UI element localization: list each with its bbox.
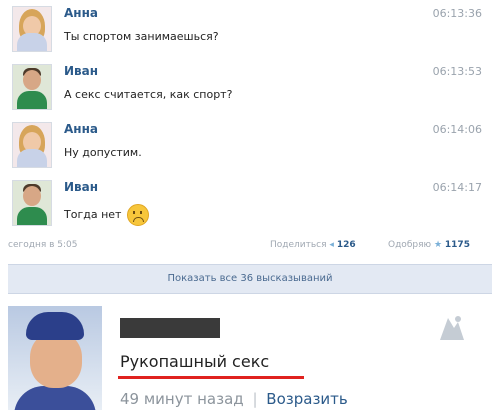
agree-count: 1175	[444, 240, 470, 250]
time-ago: 49 минут назад	[120, 390, 244, 408]
avatar[interactable]	[12, 122, 52, 168]
message-time: 06:13:36	[432, 7, 482, 20]
status-text: Рукопашный секс	[120, 352, 270, 371]
sender-name[interactable]: Иван	[64, 64, 98, 78]
message-text: Ну допустим.	[64, 146, 142, 159]
share-count: 126	[336, 240, 356, 250]
message-text: А секс считается, как спорт?	[64, 88, 233, 101]
avatar-face	[23, 70, 41, 90]
status-card: Рукопашный секс 49 минут назад | Возрази…	[0, 300, 500, 416]
share-icon: ◂	[329, 240, 334, 250]
reply-link[interactable]: Возразить	[266, 390, 347, 408]
avatar[interactable]	[12, 6, 52, 52]
message-time: 06:13:53	[432, 65, 482, 78]
agree-label: Одобряю	[388, 240, 432, 250]
message-time: 06:14:06	[432, 123, 482, 136]
avatar-body	[17, 33, 47, 51]
chat-message: Анна 06:13:36 Ты спортом занимаешься?	[0, 2, 500, 60]
watermark-logo	[440, 316, 464, 340]
meta-separator: |	[252, 390, 258, 408]
message-text: Ты спортом занимаешься?	[64, 30, 219, 43]
agree-button[interactable]: Одобряю ★ 1175	[388, 240, 470, 250]
chat-message: Иван 06:14:17 Тогда нет	[0, 176, 500, 234]
avatar-body	[17, 149, 47, 167]
post-date: сегодня в 5:05	[8, 240, 78, 250]
sender-name[interactable]: Анна	[64, 6, 98, 20]
message-time: 06:14:17	[432, 181, 482, 194]
status-meta: 49 минут назад | Возразить	[120, 390, 348, 408]
red-underline	[118, 376, 304, 379]
redacted-name	[120, 318, 220, 338]
star-icon: ★	[433, 240, 443, 250]
profile-photo[interactable]	[8, 306, 102, 410]
avatar[interactable]	[12, 180, 52, 226]
avatar-face	[23, 186, 41, 206]
sender-name[interactable]: Иван	[64, 180, 98, 194]
message-text-content: Тогда нет	[64, 208, 122, 221]
show-all-button[interactable]: Показать все 36 высказываний	[8, 264, 492, 294]
chat-message: Анна 06:14:06 Ну допустим.	[0, 118, 500, 176]
avatar-body	[17, 91, 47, 109]
chat-message: Иван 06:13:53 А секс считается, как спор…	[0, 60, 500, 118]
post-footer: сегодня в 5:05 Поделиться ◂ 126 Одобряю …	[0, 236, 500, 254]
share-button[interactable]: Поделиться ◂ 126	[270, 240, 356, 250]
message-text: Тогда нет	[64, 204, 149, 226]
avatar-body	[17, 207, 47, 225]
avatar[interactable]	[12, 64, 52, 110]
share-label: Поделиться	[270, 240, 327, 250]
photo-cap	[26, 312, 84, 340]
sad-face-emoji-icon	[126, 204, 149, 226]
photo-face	[30, 332, 82, 388]
sender-name[interactable]: Анна	[64, 122, 98, 136]
